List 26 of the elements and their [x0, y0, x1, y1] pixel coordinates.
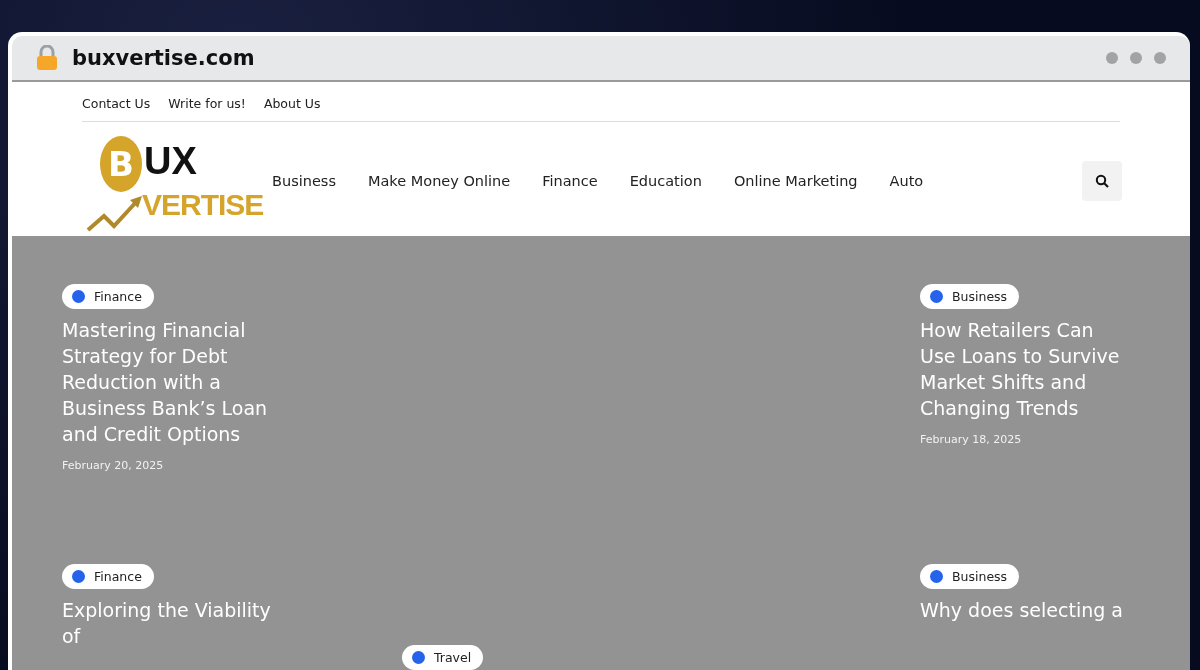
nav-link[interactable]: Education: [629, 173, 702, 189]
nav-link[interactable]: Auto: [889, 173, 924, 189]
nav-link[interactable]: Finance: [542, 173, 598, 189]
post-date: February 20, 2025: [62, 459, 165, 472]
window-dot-icon[interactable]: [1130, 52, 1142, 64]
category-tag[interactable]: Finance: [62, 563, 154, 589]
window-dot-icon[interactable]: [1106, 52, 1118, 64]
logo-text: VERTISE: [142, 188, 264, 222]
category-tag[interactable]: Finance: [62, 284, 154, 309]
top-link[interactable]: About Us: [263, 96, 321, 111]
category-tag[interactable]: Travel: [402, 645, 484, 670]
logo-coin-letter: B: [100, 136, 142, 192]
category-tag[interactable]: Business: [920, 563, 1020, 589]
window-dot-icon[interactable]: [1154, 52, 1166, 64]
search-icon: [1095, 174, 1109, 188]
logo-text: UX: [144, 140, 197, 183]
address-url[interactable]: buxvertise.com: [72, 46, 255, 70]
nav-link[interactable]: Online Marketing: [733, 173, 858, 189]
top-link[interactable]: Write for us!: [168, 96, 246, 111]
nav-link[interactable]: Make Money Online: [367, 173, 511, 189]
padlock-icon: [36, 45, 58, 71]
nav-link[interactable]: Business: [272, 173, 336, 189]
category-tag[interactable]: Business: [920, 284, 1020, 309]
top-link[interactable]: Contact Us: [82, 96, 151, 111]
search-button[interactable]: [1082, 161, 1122, 201]
post-date: February 18, 2025: [920, 433, 1023, 446]
